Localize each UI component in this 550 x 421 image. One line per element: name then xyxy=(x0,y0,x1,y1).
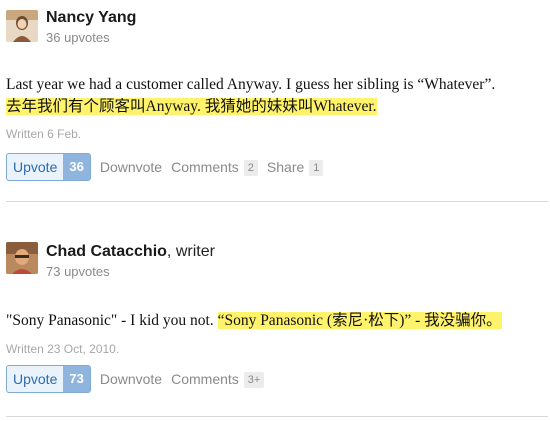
avatar[interactable] xyxy=(6,10,38,42)
answer-body: "Sony Panasonic" - I kid you not. “Sony … xyxy=(6,310,546,332)
upvote-count[interactable]: 73 xyxy=(63,366,90,392)
upvote-button[interactable]: Upvote 73 xyxy=(6,365,91,393)
upvote-label[interactable]: Upvote xyxy=(7,366,63,392)
highlighted-translation: “Sony Panasonic (索尼·松下)” - 我没骗你。 xyxy=(217,312,502,329)
upvote-button[interactable]: Upvote 36 xyxy=(6,153,91,181)
author-name-link[interactable]: Chad Catacchio xyxy=(46,243,167,260)
divider xyxy=(6,201,548,202)
upvotes-count: 73 upvotes xyxy=(46,264,110,279)
comments-button[interactable]: Comments 3+ xyxy=(171,371,265,388)
divider xyxy=(6,416,548,417)
comments-label[interactable]: Comments xyxy=(171,371,239,387)
comments-label[interactable]: Comments xyxy=(171,159,239,175)
comments-button[interactable]: Comments 2 xyxy=(171,159,258,176)
downvote-button[interactable]: Downvote xyxy=(100,159,162,175)
answer-text: Last year we had a customer called Anywa… xyxy=(6,76,496,93)
upvotes-count: 36 upvotes xyxy=(46,30,110,45)
avatar[interactable] xyxy=(6,242,38,274)
upvote-count[interactable]: 36 xyxy=(63,154,90,180)
share-count-badge: 1 xyxy=(309,159,324,176)
action-bar: Upvote 36 Downvote Comments 2 Share 1 xyxy=(6,153,324,181)
author-name[interactable]: Nancy Yang xyxy=(46,9,136,27)
avatar-photo-icon xyxy=(6,10,38,42)
share-label[interactable]: Share xyxy=(267,159,304,175)
comments-count-badge: 3+ xyxy=(243,371,265,388)
comments-count-badge: 2 xyxy=(243,159,258,176)
action-bar: Upvote 73 Downvote Comments 3+ xyxy=(6,365,265,393)
author-name-link[interactable]: Nancy Yang xyxy=(46,9,136,26)
author-credential: , writer xyxy=(166,243,215,260)
downvote-button[interactable]: Downvote xyxy=(100,371,162,387)
author-name[interactable]: Chad Catacchio, writer xyxy=(46,243,215,261)
written-date[interactable]: Written 23 Oct, 2010. xyxy=(6,342,119,356)
upvote-label[interactable]: Upvote xyxy=(7,154,63,180)
written-date[interactable]: Written 6 Feb. xyxy=(6,127,81,141)
share-button[interactable]: Share 1 xyxy=(267,159,324,176)
answer-text: "Sony Panasonic" - I kid you not. xyxy=(6,312,218,329)
avatar-photo-icon xyxy=(6,242,38,274)
answer-body: Last year we had a customer called Anywa… xyxy=(6,74,546,118)
highlighted-translation: 去年我们有个顾客叫Anyway. 我猜她的妹妹叫Whatever. xyxy=(6,98,377,115)
